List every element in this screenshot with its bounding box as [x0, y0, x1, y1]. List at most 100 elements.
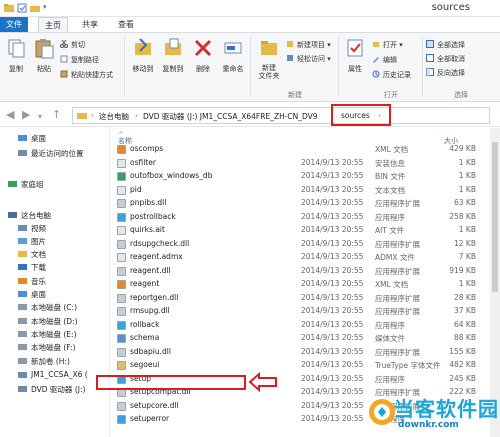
easy-access-button[interactable]: 轻松访问 ▾	[286, 54, 331, 64]
sidebar-item[interactable]: 文档	[0, 248, 108, 261]
pictures-icon	[18, 238, 27, 244]
scrollbar-thumb[interactable]	[492, 142, 498, 292]
title-bar: ▾ sources	[0, 0, 500, 17]
recent-dropdown-icon[interactable]: ▾	[38, 111, 42, 122]
file-row[interactable]: reagent.admx 2014/9/13 20:55 ADMX 文件 7 KB	[110, 251, 500, 264]
tab-home[interactable]: 主页	[38, 17, 68, 32]
file-row[interactable]: rollback 2014/9/13 20:55 应用程序 64 KB	[110, 319, 500, 332]
group-label-select: 选择	[454, 91, 468, 99]
copy-path-button[interactable]: 复制路径	[60, 55, 99, 65]
open-button[interactable]: 打开 ▾	[372, 40, 403, 50]
select-none-button[interactable]: 全部取消	[426, 54, 465, 64]
sidebar-item[interactable]: 最近访问的位置	[0, 147, 108, 160]
file-icon	[117, 145, 126, 154]
sidebar-item[interactable]: 下载	[0, 261, 108, 274]
separator	[422, 37, 423, 97]
sidebar-item-label: 视频	[31, 224, 46, 233]
file-type: 应用程序扩展	[375, 199, 420, 208]
new-folder-button[interactable]: 新建 文件夹	[254, 37, 284, 80]
copy-button[interactable]: 复制	[2, 37, 30, 74]
sidebar-item[interactable]: 本地磁盘 (D:)	[0, 315, 108, 328]
file-icon	[117, 280, 126, 289]
file-row[interactable]: schema 2014/9/13 20:55 媒体文件 88 KB	[110, 332, 500, 345]
invert-selection-button[interactable]: 反向选择	[426, 68, 465, 78]
breadcrumb-dvd-drive[interactable]: DVD 驱动器 (J:) JM1_CCSA_X64FRE_ZH-CN_DV9	[143, 111, 318, 122]
tab-view[interactable]: 查看	[112, 17, 140, 32]
cut-button[interactable]: 剪切	[60, 40, 85, 50]
file-row[interactable]: rmsupg.dll 2014/9/13 20:55 应用程序扩展 37 KB	[110, 305, 500, 318]
file-type: TrueType 字体文件	[375, 361, 441, 370]
file-size: 1 KB	[458, 225, 476, 234]
sidebar-item[interactable]: 图片	[0, 235, 108, 248]
paste-icon	[35, 39, 54, 59]
sidebar-item[interactable]: DVD 驱动器 (J:)	[0, 383, 108, 396]
new-item-button[interactable]: 新建项目 ▾	[286, 40, 331, 50]
file-size: 12 KB	[454, 238, 476, 248]
file-date: 2014/9/13 20:55	[301, 306, 364, 315]
file-row[interactable]: reagent.dll 2014/9/13 20:55 应用程序扩展 919 KB	[110, 265, 500, 278]
file-type: 应用程序	[375, 212, 405, 222]
file-row[interactable]: segoeui 2014/9/13 20:55 TrueType 字体文件 482 K…	[110, 359, 500, 372]
paste-shortcut-icon	[60, 70, 68, 78]
file-row[interactable]: pid 2014/9/13 20:55 文本文档 1 KB	[110, 184, 500, 197]
file-row[interactable]: postrollback 2014/9/13 20:55 应用程序 258 KB	[110, 211, 500, 224]
file-size: 482 KB	[449, 360, 476, 369]
file-row[interactable]: osfilter 2014/9/13 20:55 安装信息 1 KB	[110, 157, 500, 170]
select-none-icon	[426, 54, 434, 62]
sidebar-item-label: 本地磁盘 (E:)	[31, 330, 77, 339]
file-date: 2014/9/13 20:55	[301, 238, 364, 248]
address-box[interactable]: › 这台电脑 › DVD 驱动器 (J:) JM1_CCSA_X64FRE_ZH…	[72, 107, 490, 124]
file-row[interactable]: outofbox_windows_db 2014/9/13 20:55 BIN 文件…	[110, 170, 500, 183]
file-row[interactable]: sdbapiu.dll 2014/9/13 20:55 应用程序扩展 155 KB	[110, 346, 500, 359]
tab-share[interactable]: 共享	[76, 17, 104, 32]
sidebar-item[interactable]: 新加卷 (H:)	[0, 355, 108, 368]
copy-to-button[interactable]: 复制到	[158, 37, 188, 74]
file-icon	[117, 293, 126, 303]
breadcrumb-separator: ›	[135, 111, 138, 120]
file-icon	[117, 361, 126, 370]
sidebar-item[interactable]: 家庭组	[0, 178, 108, 191]
sidebar-item[interactable]: 本地磁盘 (E:)	[0, 328, 108, 341]
file-row[interactable]: reagent 2014/9/13 20:55 XML 文档 1 KB	[110, 278, 500, 291]
file-row[interactable]: quirks.ait 2014/9/13 20:55 AIT 文件 1 KB	[110, 224, 500, 237]
tab-file[interactable]: 文件	[0, 17, 28, 32]
sidebar-item[interactable]: 本地磁盘 (C:)	[0, 301, 108, 314]
move-to-button[interactable]: 移动到	[128, 37, 158, 74]
sidebar-item[interactable]: 这台电脑	[0, 209, 108, 222]
up-icon[interactable]: ↑	[52, 109, 61, 120]
file-row[interactable]: reportgen.dll 2014/9/13 20:55 应用程序扩展 28 KB	[110, 292, 500, 305]
sidebar-item[interactable]: 视频	[0, 222, 108, 235]
file-name: setupcore.dll	[130, 400, 179, 410]
new-item-icon	[287, 41, 293, 47]
rename-button[interactable]: 重命名	[218, 37, 248, 74]
properties-button[interactable]: 属性	[342, 37, 368, 74]
paste-shortcut-button[interactable]: 粘贴快捷方式	[60, 70, 113, 80]
file-row[interactable]: rdsupgcheck.dll 2014/9/13 20:55 应用程序扩展 12 K…	[110, 238, 500, 251]
file-name: outofbox_windows_db	[130, 171, 213, 180]
sidebar-item[interactable]: 桌面	[0, 288, 108, 301]
file-row[interactable]: oscomps XML 文档 429 KB	[110, 143, 500, 156]
file-date: 2014/9/13 20:55	[301, 279, 364, 288]
file-type: XML 文档	[375, 280, 409, 289]
file-size: 429 KB	[449, 144, 476, 153]
file-type: 应用程序扩展	[375, 239, 420, 249]
breadcrumb-this-pc[interactable]: 这台电脑	[99, 111, 129, 122]
forward-icon[interactable]: ▶	[22, 109, 30, 120]
paste-button[interactable]: 粘贴	[30, 37, 58, 74]
sidebar-item[interactable]: JM1_CCSA_X6 (	[0, 369, 108, 382]
file-date: 2014/9/13 20:55	[301, 387, 364, 396]
sidebar-item[interactable]: 音乐	[0, 275, 108, 288]
sidebar-item[interactable]: 桌面	[0, 132, 108, 145]
edit-button[interactable]: 编辑	[372, 55, 397, 65]
delete-button[interactable]: 删除	[190, 37, 216, 74]
back-icon[interactable]: ◀	[6, 109, 14, 120]
file-date: 2014/9/13 20:55	[301, 211, 364, 221]
file-icon	[117, 266, 126, 276]
sidebar-item-label: 图片	[31, 237, 46, 246]
history-button[interactable]: 历史记录	[372, 70, 411, 80]
sidebar-item[interactable]: 本地磁盘 (F:)	[0, 341, 108, 354]
file-size: 37 KB	[454, 306, 476, 315]
file-row[interactable]: pnpibs.dll 2014/9/13 20:55 应用程序扩展 63 KB	[110, 197, 500, 210]
sidebar-item-label: JM1_CCSA_X6 (	[31, 370, 88, 379]
select-all-button[interactable]: 全部选择	[426, 40, 465, 50]
